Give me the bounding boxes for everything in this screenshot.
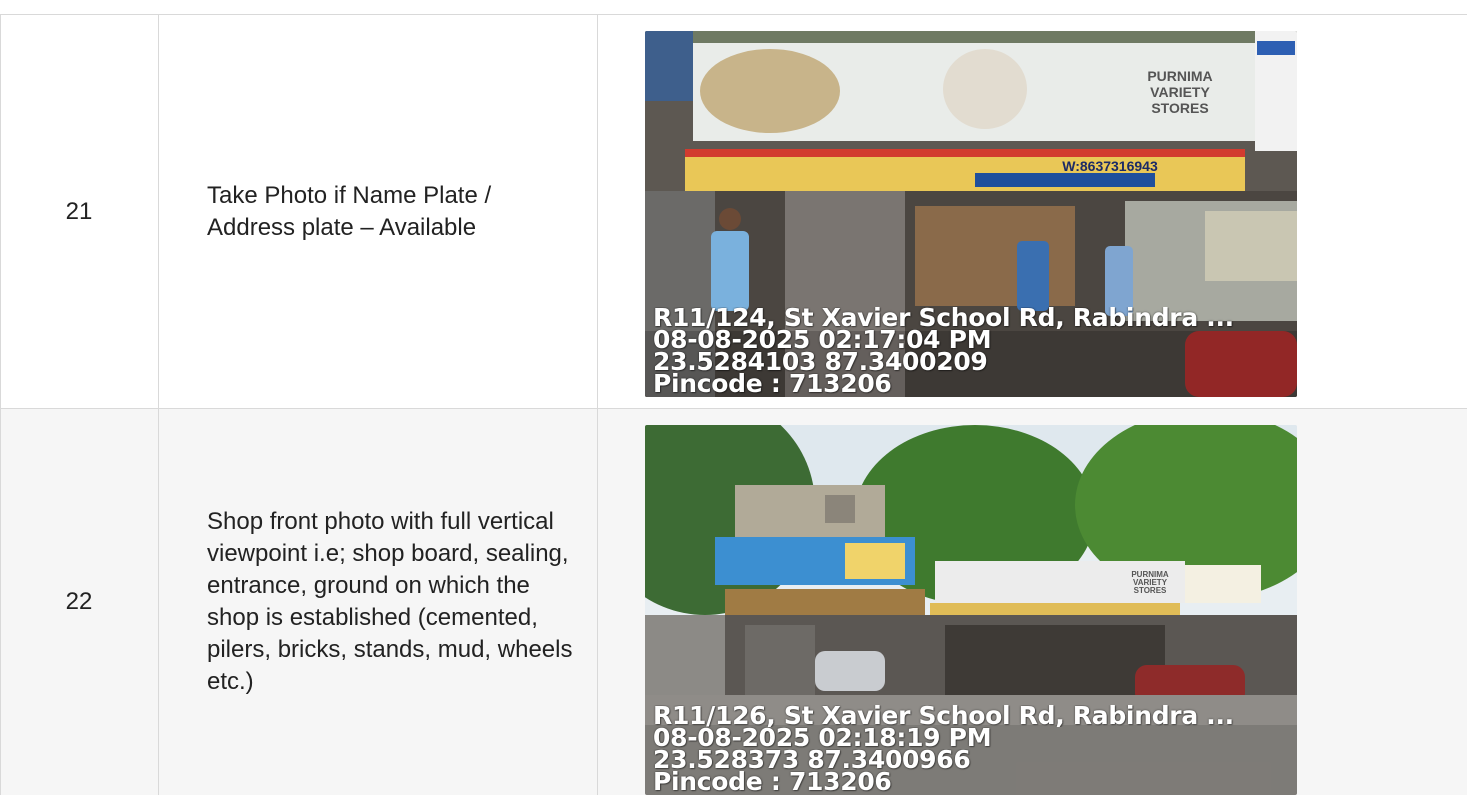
svg-text:VARIETY: VARIETY xyxy=(1150,84,1210,100)
geo-stamp-pincode: Pincode : 713206 xyxy=(653,373,892,395)
table-row: 21 Take Photo if Name Plate / Address pl… xyxy=(0,15,1467,409)
geo-stamp: R11/126, St Xavier School Rd, Rabindra .… xyxy=(653,705,1293,793)
geo-stamp-datetime: 08-08-2025 02:18:19 PM xyxy=(653,727,992,749)
row-description: Shop front photo with full vertical view… xyxy=(207,508,573,695)
geo-stamp-datetime: 08-08-2025 02:17:04 PM xyxy=(653,329,992,351)
svg-text:STORES: STORES xyxy=(1151,100,1208,116)
geo-stamp-address: R11/126, St Xavier School Rd, Rabindra .… xyxy=(653,705,1234,727)
geo-stamp-pincode: Pincode : 713206 xyxy=(653,771,892,793)
svg-text:STORES: STORES xyxy=(1134,586,1167,595)
geo-stamp: R11/124, St Xavier School Rd, Rabindra .… xyxy=(653,307,1293,395)
table-row: 22 Shop front photo with full vertical v… xyxy=(0,409,1467,795)
svg-text:W:8637316943: W:8637316943 xyxy=(1062,158,1158,174)
row-number: 22 xyxy=(65,588,93,615)
geo-stamp-coordinates: 23.528373 87.3400966 xyxy=(653,749,971,771)
svg-text:PURNIMA: PURNIMA xyxy=(1147,68,1212,84)
geo-stamp-address: R11/124, St Xavier School Rd, Rabindra .… xyxy=(653,307,1234,329)
geo-stamp-coordinates: 23.5284103 87.3400209 xyxy=(653,351,988,373)
shop-photo[interactable]: PURNIMA VARIETY STORES W:8637316943 R11/… xyxy=(645,31,1297,397)
row-number: 21 xyxy=(65,197,93,225)
shop-front-photo[interactable]: PURNIMA VARIETY STORES R11/126, St Xavie… xyxy=(645,425,1297,795)
survey-table: 21 Take Photo if Name Plate / Address pl… xyxy=(0,14,1467,795)
row-description: Take Photo if Name Plate / Address plate… xyxy=(207,181,492,241)
